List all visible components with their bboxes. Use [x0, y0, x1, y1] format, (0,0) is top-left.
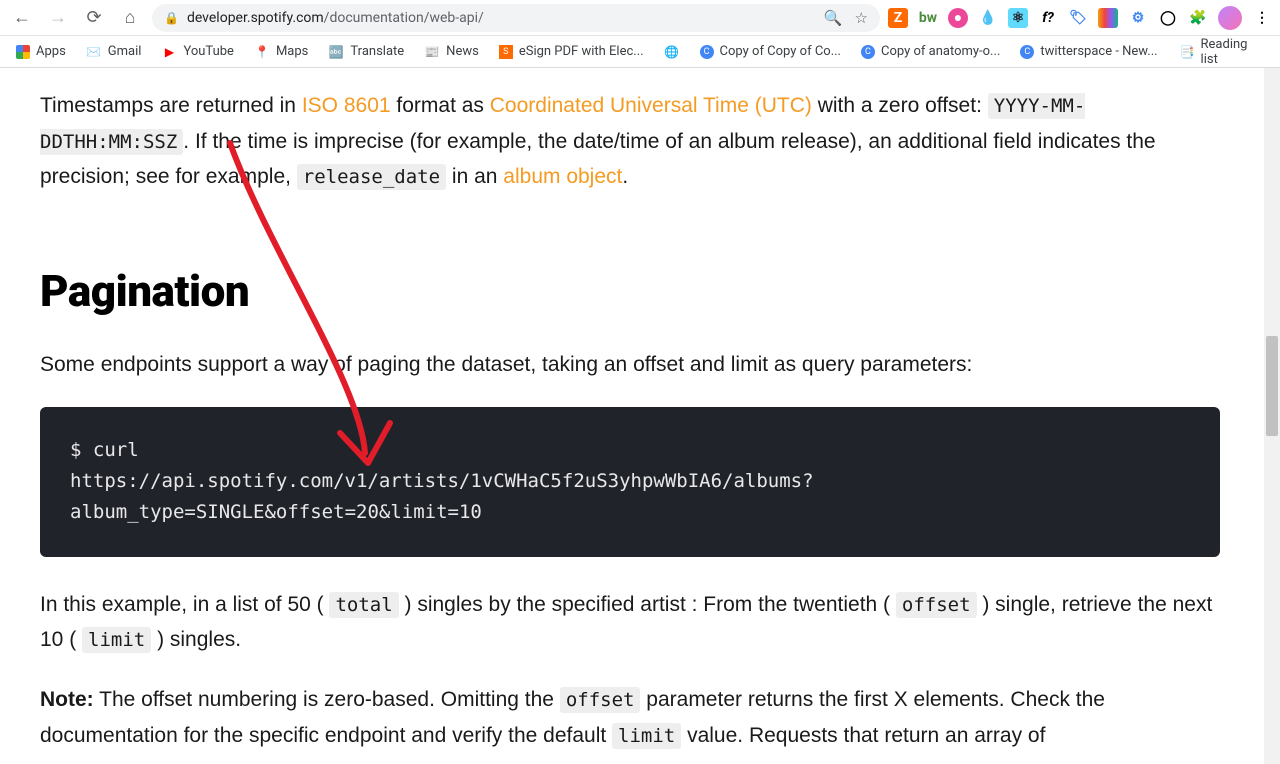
- extension-icon[interactable]: bw: [918, 8, 938, 28]
- maps-icon: 📍: [254, 44, 270, 60]
- bookmark-copy2[interactable]: C Copy of anatomy-o...: [853, 40, 1008, 63]
- extensions-menu-icon[interactable]: 🧩: [1188, 8, 1208, 28]
- bookmark-label: News: [446, 44, 479, 59]
- extension-icon[interactable]: [1098, 8, 1118, 28]
- news-icon: 📰: [424, 44, 440, 60]
- note-label: Note:: [40, 688, 94, 711]
- extension-icon[interactable]: ⚙: [1128, 8, 1148, 28]
- utc-link[interactable]: Coordinated Universal Time (UTC): [490, 94, 812, 117]
- offset-code: offset: [560, 687, 641, 713]
- bookmark-copy1[interactable]: C Copy of Copy of Co...: [692, 40, 849, 63]
- translate-icon: 🔤: [328, 44, 344, 60]
- text: ) singles.: [151, 628, 241, 651]
- extension-icon[interactable]: f?: [1038, 8, 1058, 28]
- text: .: [622, 165, 628, 188]
- pdf-icon: S: [499, 45, 513, 59]
- bookmark-youtube[interactable]: ▶ YouTube: [153, 40, 242, 64]
- limit-code: limit: [612, 723, 681, 749]
- pagination-heading: Pagination: [40, 265, 1220, 317]
- youtube-icon: ▶: [161, 44, 177, 60]
- bookmark-esign[interactable]: S eSign PDF with Elec...: [491, 40, 652, 63]
- iso8601-link[interactable]: ISO 8601: [302, 94, 391, 117]
- curl-code-block: $ curl https://api.spotify.com/v1/artist…: [40, 407, 1220, 557]
- doc-icon: C: [700, 45, 714, 59]
- bookmark-gmail[interactable]: ✉️ Gmail: [78, 40, 150, 64]
- star-icon[interactable]: ☆: [855, 9, 868, 27]
- react-devtools-icon[interactable]: ⚛: [1008, 8, 1028, 28]
- bookmark-generic[interactable]: 🌐: [656, 40, 688, 64]
- bookmark-news[interactable]: 📰 News: [416, 40, 487, 64]
- extension-icon[interactable]: Z: [888, 8, 908, 28]
- forward-button[interactable]: →: [44, 4, 72, 32]
- code-token: =: [345, 501, 356, 523]
- text: value. Requests that return an array of: [681, 724, 1045, 747]
- timestamps-paragraph: Timestamps are returned in ISO 8601 form…: [40, 88, 1220, 195]
- scrollbar-thumb[interactable]: [1266, 336, 1278, 436]
- text: In this example, in a list of 50 (: [40, 593, 329, 616]
- bookmark-label: Gmail: [108, 44, 142, 59]
- globe-icon: 🌐: [664, 44, 680, 60]
- code-token: =: [448, 501, 459, 523]
- zoom-icon[interactable]: 🔍: [824, 9, 843, 27]
- home-button[interactable]: ⌂: [116, 4, 144, 32]
- bookmark-maps[interactable]: 📍 Maps: [246, 40, 316, 64]
- offset-code: offset: [896, 592, 977, 618]
- code-token: SINGLE&offset: [196, 501, 345, 523]
- pagination-intro: Some endpoints support a way of paging t…: [40, 347, 1220, 383]
- browser-toolbar: ← → ⟳ ⌂ 🔒 developer.spotify.com/document…: [0, 0, 1280, 36]
- reading-list-icon: 📑: [1180, 44, 1195, 60]
- code-token: 20&limit: [356, 501, 448, 523]
- doc-icon: C: [861, 45, 875, 59]
- code-line: https://api.spotify.com/v1/artists/1vCWH…: [70, 470, 814, 492]
- limit-code: limit: [82, 627, 151, 653]
- extension-icon[interactable]: 🏷: [1068, 8, 1088, 28]
- bookmark-twitter[interactable]: C twitterspace - New...: [1012, 40, 1165, 63]
- page-content: Timestamps are returned in ISO 8601 form…: [0, 68, 1260, 764]
- extension-icons: Z bw ● 💧 ⚛ f? 🏷 ⚙ ◯ 🧩 ⋮: [888, 6, 1272, 30]
- apps-grid-icon: [16, 45, 30, 59]
- note-paragraph: Note: The offset numbering is zero-based…: [40, 682, 1220, 753]
- text: with a zero offset:: [812, 94, 988, 117]
- reading-list-button[interactable]: 📑 Reading list: [1170, 33, 1272, 71]
- bookmark-label: Copy of anatomy-o...: [881, 44, 1000, 59]
- text: format as: [391, 94, 490, 117]
- url-text: developer.spotify.com/documentation/web-…: [187, 10, 484, 26]
- doc-icon: C: [1020, 45, 1034, 59]
- scrollbar-track[interactable]: [1264, 68, 1280, 764]
- lock-icon: 🔒: [164, 11, 179, 25]
- bookmark-translate[interactable]: 🔤 Translate: [320, 40, 412, 64]
- avatar[interactable]: [1218, 6, 1242, 30]
- bookmark-label: eSign PDF with Elec...: [519, 44, 644, 59]
- reload-button[interactable]: ⟳: [80, 4, 108, 32]
- reading-list-label: Reading list: [1201, 37, 1262, 67]
- bookmark-label: twitterspace - New...: [1040, 44, 1157, 59]
- release-date-code: release_date: [297, 164, 446, 190]
- gmail-icon: ✉️: [86, 44, 102, 60]
- extension-icon[interactable]: ◯: [1158, 8, 1178, 28]
- bookmark-label: Apps: [36, 44, 66, 59]
- apps-button[interactable]: Apps: [8, 40, 74, 63]
- example-paragraph: In this example, in a list of 50 ( total…: [40, 587, 1220, 658]
- code-token: album_type: [70, 501, 184, 523]
- bookmarks-bar: Apps ✉️ Gmail ▶ YouTube 📍 Maps 🔤 Transla…: [0, 36, 1280, 68]
- address-bar[interactable]: 🔒 developer.spotify.com/documentation/we…: [152, 4, 880, 32]
- code-line: $ curl: [70, 439, 139, 461]
- chrome-menu-icon[interactable]: ⋮: [1252, 8, 1272, 28]
- bookmark-label: Maps: [276, 44, 308, 59]
- text: Timestamps are returned in: [40, 94, 302, 117]
- text: ) singles by the specified artist : From…: [399, 593, 896, 616]
- total-code: total: [329, 592, 398, 618]
- code-token: 10: [459, 501, 482, 523]
- text: in an: [446, 165, 503, 188]
- bookmark-label: YouTube: [183, 44, 234, 59]
- bookmark-label: Copy of Copy of Co...: [720, 44, 841, 59]
- eyedropper-icon[interactable]: 💧: [978, 8, 998, 28]
- code-token: =: [184, 501, 195, 523]
- text: The offset numbering is zero-based. Omit…: [94, 688, 560, 711]
- album-object-link[interactable]: album object: [503, 165, 622, 188]
- extension-icon[interactable]: ●: [948, 8, 968, 28]
- back-button[interactable]: ←: [8, 4, 36, 32]
- bookmark-label: Translate: [350, 44, 404, 59]
